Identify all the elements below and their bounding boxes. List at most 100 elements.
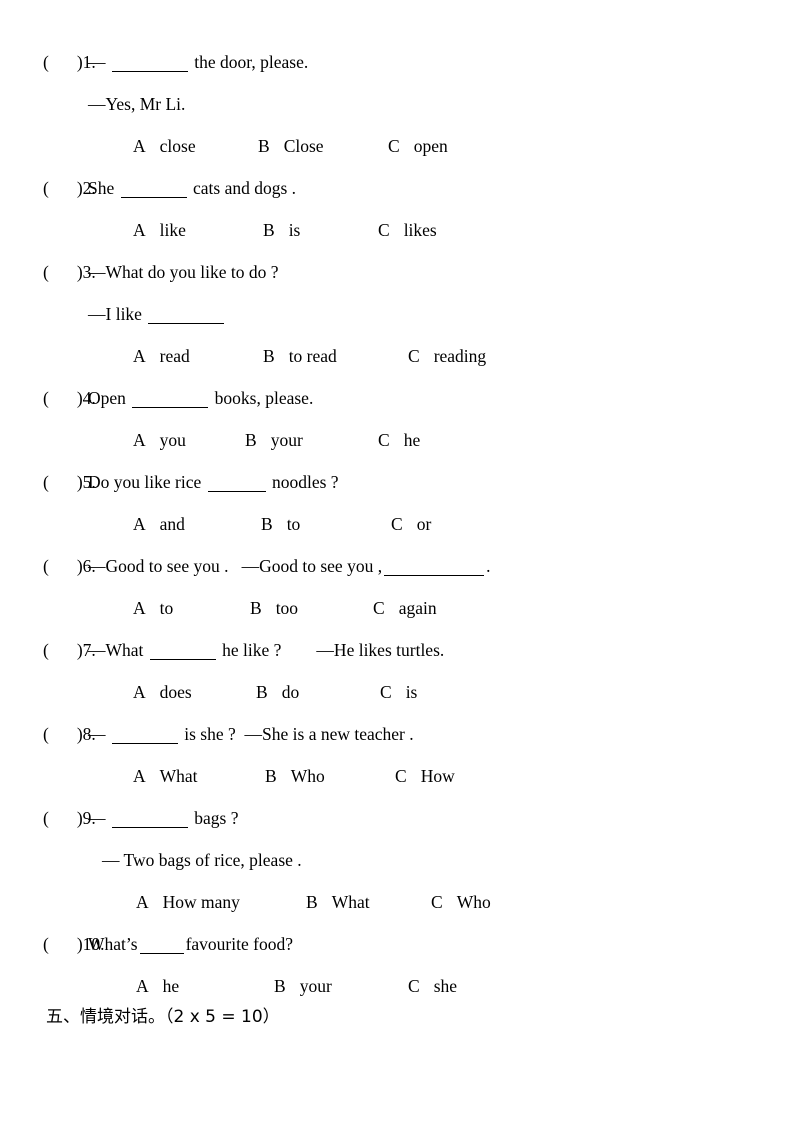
option-row: Ato Btoo Cagain xyxy=(0,598,794,642)
answer-bracket[interactable]: ()2. xyxy=(0,178,96,199)
text-run: noodles ? xyxy=(267,472,339,493)
option-a[interactable]: Alike xyxy=(133,221,186,240)
bracket-open: ( xyxy=(43,262,49,282)
option-a[interactable]: Aand xyxy=(133,515,185,534)
question-block: ()9. — bags ? — Two bags of rice, please .… xyxy=(0,810,794,936)
option-b[interactable]: Bto read xyxy=(263,346,337,366)
option-b[interactable]: B What xyxy=(306,893,370,912)
text-run: Do you like rice xyxy=(88,472,206,493)
option-a[interactable]: Adoes xyxy=(133,682,192,702)
option-row: Adoes Bdo Cis xyxy=(0,682,794,726)
question-text: — bags ? xyxy=(88,810,238,828)
option-key: B xyxy=(256,682,268,702)
answer-bracket[interactable]: ()7. xyxy=(0,640,96,661)
option-row: Ayou Byour Che xyxy=(0,430,794,474)
bracket-close: ) xyxy=(76,640,83,661)
option-label: or xyxy=(416,514,432,534)
fill-in-blank[interactable] xyxy=(384,558,485,576)
question-list: ()1. — the door, please. —Yes, Mr Li. Aclos… xyxy=(0,54,794,1020)
text-run: favourite food? xyxy=(185,934,293,955)
option-a[interactable]: Ahe xyxy=(136,976,180,996)
text-run: Open xyxy=(88,388,131,409)
question-block: ()3. —What do you like to do ? —I like Are… xyxy=(0,262,794,390)
answer-bracket[interactable]: ()10. xyxy=(0,934,105,955)
answer-bracket[interactable]: ()4. xyxy=(0,390,96,408)
question-stem-continuation: — Two bags of rice, please . xyxy=(0,851,794,894)
answer-bracket[interactable]: ()5. xyxy=(0,472,96,493)
option-a[interactable]: Ato xyxy=(133,598,174,618)
option-b[interactable]: Btoo xyxy=(250,599,298,618)
bracket-close: ) xyxy=(76,808,83,829)
option-a[interactable]: Ayou xyxy=(133,430,186,450)
option-c[interactable]: C How xyxy=(395,766,455,786)
option-label: to xyxy=(159,598,174,618)
option-c[interactable]: Cor xyxy=(391,514,432,534)
option-key: C xyxy=(408,346,420,366)
option-a[interactable]: A What xyxy=(133,767,198,786)
bracket-open: ( xyxy=(43,556,49,577)
option-key: C xyxy=(431,892,443,912)
question-text: — the door, please. xyxy=(88,54,308,72)
option-key: C xyxy=(378,220,390,240)
fill-in-blank[interactable] xyxy=(139,936,184,954)
option-label: you xyxy=(159,430,186,450)
option-label: How xyxy=(420,766,455,786)
answer-bracket[interactable]: ()1. xyxy=(0,52,96,73)
option-row: Alike Bis Clikes xyxy=(0,220,794,264)
text-run: —I like xyxy=(88,304,147,325)
option-key: A xyxy=(136,976,149,996)
option-c[interactable]: Che xyxy=(378,431,420,450)
fill-in-blank[interactable] xyxy=(207,474,266,492)
option-label: to xyxy=(286,514,301,534)
text-run: — xyxy=(88,808,110,829)
option-c[interactable]: C Who xyxy=(431,892,491,912)
option-label: he xyxy=(162,976,180,996)
question-text: —Yes, Mr Li. xyxy=(88,95,185,114)
option-label: to read xyxy=(288,346,337,366)
option-b[interactable]: Byour xyxy=(245,431,303,450)
option-b[interactable]: Bdo xyxy=(256,682,299,702)
option-b[interactable]: Bto xyxy=(261,514,301,534)
bracket-open: ( xyxy=(43,472,49,493)
option-c[interactable]: Cis xyxy=(380,683,417,702)
option-b[interactable]: Byour xyxy=(274,977,332,996)
option-label: Who xyxy=(290,766,325,786)
bracket-open: ( xyxy=(43,178,49,199)
fill-in-blank[interactable] xyxy=(120,180,187,198)
option-c[interactable]: Copen xyxy=(388,137,448,156)
answer-bracket[interactable]: ()3. xyxy=(0,262,96,282)
option-key: B xyxy=(263,220,275,240)
question-text: — is she ? —She is a new teacher . xyxy=(88,726,414,744)
option-c[interactable]: Creading xyxy=(408,346,486,366)
answer-bracket[interactable]: ()6. xyxy=(0,556,96,577)
fill-in-blank[interactable] xyxy=(111,726,178,744)
option-c[interactable]: Clikes xyxy=(378,220,437,240)
fill-in-blank[interactable] xyxy=(132,390,209,408)
answer-bracket[interactable]: ()8. xyxy=(0,726,96,744)
option-key: B xyxy=(265,766,277,786)
question-stem-continuation: —Yes, Mr Li. xyxy=(0,95,794,138)
option-a[interactable]: Aclose xyxy=(133,137,196,156)
option-b[interactable]: B Close xyxy=(258,137,324,156)
question-text: —What he like ? —He likes turtles. xyxy=(88,642,444,660)
answer-bracket[interactable]: ()9. xyxy=(0,808,96,829)
question-stem-line: ()4. Open books, please. xyxy=(0,390,794,432)
fill-in-blank[interactable] xyxy=(111,54,188,72)
option-a[interactable]: A How many xyxy=(136,893,240,912)
bracket-open: ( xyxy=(43,52,49,73)
option-c[interactable]: Cshe xyxy=(408,977,457,996)
question-stem-line: ()8. — is she ? —She is a new teacher . xyxy=(0,726,794,768)
text-run: is she ? —She is a new teacher . xyxy=(179,724,414,745)
fill-in-blank[interactable] xyxy=(149,642,216,660)
option-c[interactable]: Cagain xyxy=(373,599,437,618)
option-a[interactable]: Aread xyxy=(133,347,190,366)
fill-in-blank[interactable] xyxy=(148,306,225,324)
option-b[interactable]: B Who xyxy=(265,766,325,786)
option-key: A xyxy=(133,682,146,702)
question-stem-line: ()1. — the door, please. xyxy=(0,54,794,96)
option-b[interactable]: Bis xyxy=(263,220,300,240)
fill-in-blank[interactable] xyxy=(111,810,188,828)
option-row: Aand Bto Cor xyxy=(0,514,794,558)
question-stem-line: ()9. — bags ? xyxy=(0,810,794,852)
bracket-open: ( xyxy=(43,934,49,955)
